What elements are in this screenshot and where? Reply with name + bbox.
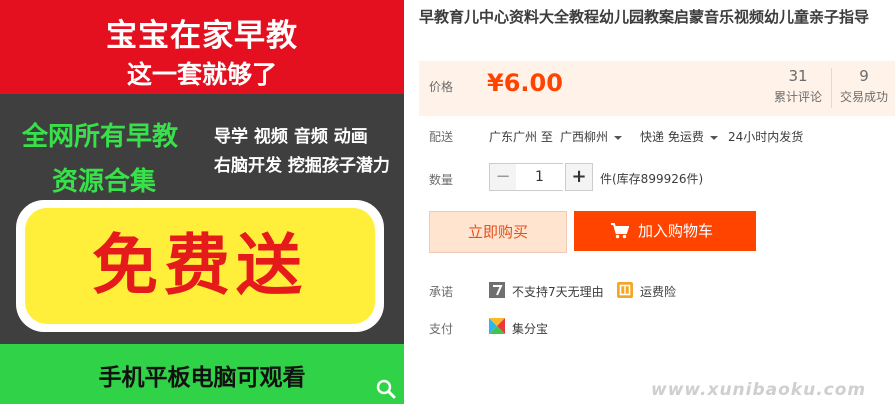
payment-method: 集分宝 bbox=[512, 322, 549, 336]
image-white-line1: 导学 视频 音频 动画 bbox=[214, 127, 368, 147]
shipping-method-select[interactable]: 快递 免运费 bbox=[640, 128, 718, 145]
shipping-insurance-icon bbox=[617, 282, 633, 298]
promise-label: 承诺 bbox=[429, 285, 454, 299]
chevron-down-icon bbox=[614, 135, 623, 140]
shipping-label: 配送 bbox=[429, 130, 454, 144]
payment-label: 支付 bbox=[429, 322, 454, 336]
delivery-time: 24小时内发货 bbox=[728, 130, 804, 144]
image-badge-text: 免费送 bbox=[92, 227, 308, 304]
add-to-cart-button[interactable]: 加入购物车 bbox=[574, 211, 756, 251]
quantity-input[interactable] bbox=[516, 163, 563, 191]
shipping-destination-select[interactable]: 广西柳州 bbox=[560, 128, 623, 145]
promise-item-no-return[interactable]: 不支持7天无理由 bbox=[512, 283, 604, 300]
magnifier-icon[interactable] bbox=[375, 378, 397, 400]
shipping-destination: 广西柳州 bbox=[560, 130, 609, 144]
sales-label: 交易成功 bbox=[839, 90, 888, 104]
stat-divider bbox=[831, 68, 832, 108]
image-white-line2: 右脑开发 挖掘孩子潜力 bbox=[214, 156, 390, 176]
quantity-increase-button[interactable]: + bbox=[565, 163, 593, 191]
promise-item-insurance[interactable]: 运费险 bbox=[640, 283, 676, 300]
quantity-label: 数量 bbox=[429, 173, 454, 187]
add-to-cart-label: 加入购物车 bbox=[638, 222, 714, 240]
no-7day-return-icon bbox=[489, 282, 505, 298]
product-title: 早教育儿中心资料大全教程幼儿园教案启蒙音乐视频幼儿童亲子指导 bbox=[419, 8, 870, 26]
reviews-label: 累计评论 bbox=[773, 90, 822, 104]
stock-text: 件(库存899926件) bbox=[600, 172, 704, 186]
sales-count: 9 bbox=[859, 67, 869, 85]
price-label: 价格 bbox=[429, 80, 454, 94]
shipping-from: 广东广州 至 bbox=[489, 130, 553, 144]
watermark: www.xunibaoku.com bbox=[651, 380, 867, 400]
quantity-decrease-button[interactable]: − bbox=[489, 163, 517, 191]
image-header-line2: 这一套就够了 bbox=[126, 60, 277, 89]
reviews-stat[interactable]: 31 累计评论 bbox=[768, 67, 828, 105]
price-value: ¥6.00 bbox=[487, 69, 563, 97]
image-header-line1: 宝宝在家早教 bbox=[106, 18, 298, 54]
jifenbao-icon bbox=[489, 318, 505, 334]
image-green-line2: 资源合集 bbox=[52, 167, 157, 197]
reviews-count: 31 bbox=[788, 67, 808, 85]
product-image[interactable]: 宝宝在家早教 这一套就够了 全网所有早教 资源合集 导学 视频 音频 动画 右脑… bbox=[0, 0, 404, 404]
chevron-down-icon bbox=[709, 135, 718, 140]
image-bottom-text: 手机平板电脑可观看 bbox=[98, 365, 306, 391]
buy-now-button[interactable]: 立即购买 bbox=[429, 211, 567, 253]
sales-stat: 9 交易成功 bbox=[834, 67, 894, 105]
image-green-line1: 全网所有早教 bbox=[22, 122, 179, 152]
shipping-method: 快递 免运费 bbox=[640, 130, 704, 144]
cart-icon bbox=[611, 223, 629, 239]
